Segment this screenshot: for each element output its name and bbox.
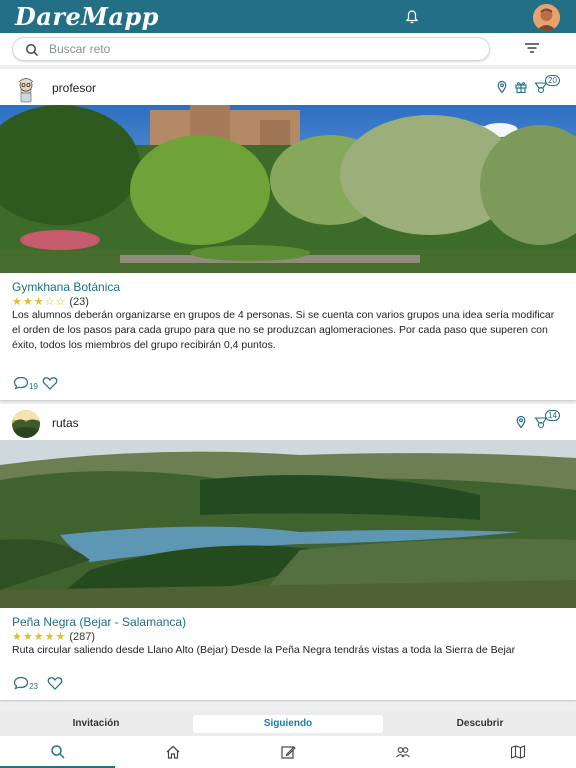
challenge-title[interactable]: Gymkhana Botánica: [12, 280, 120, 294]
card-header: profesor 20: [0, 69, 576, 105]
rating-count: (23): [69, 296, 89, 308]
user-avatar[interactable]: [12, 410, 40, 438]
nav-home[interactable]: [115, 736, 230, 768]
edit-icon: [281, 746, 296, 759]
gift-icon[interactable]: [514, 80, 528, 94]
star-rating: ★★★★★: [12, 631, 67, 643]
like-heart-icon[interactable]: [42, 376, 58, 390]
search-icon: [51, 745, 65, 759]
challenge-title[interactable]: Peña Negra (Bejar - Salamanca): [12, 615, 186, 629]
search-icon: [26, 44, 39, 57]
feed-tabs: Invitación Siguiendo Descubrir: [0, 710, 576, 736]
notifications-bell-icon[interactable]: [404, 9, 420, 25]
map-icon: [510, 745, 526, 759]
user-name[interactable]: profesor: [52, 81, 96, 95]
star-rating: ★★★☆☆: [12, 296, 67, 308]
user-name[interactable]: rutas: [52, 416, 79, 430]
search-box[interactable]: [12, 37, 490, 61]
medal-count-badge: 14: [545, 410, 560, 421]
challenge-card[interactable]: rutas 14 Peña Negra (Bejar - Salamanca) …: [0, 404, 576, 700]
profile-avatar[interactable]: [533, 4, 560, 31]
user-avatar[interactable]: [12, 75, 40, 103]
bottom-navigation: [0, 736, 576, 768]
app-logo: DareMapp: [15, 2, 159, 31]
tab-descubrir[interactable]: Descubrir: [384, 715, 576, 733]
challenge-photo[interactable]: [0, 105, 576, 273]
nav-map[interactable]: [460, 736, 575, 768]
challenge-photo[interactable]: [0, 440, 576, 608]
nav-create[interactable]: [230, 736, 345, 768]
challenge-description: Los alumnos deberán organizarse en grupo…: [12, 309, 555, 351]
like-heart-icon[interactable]: [47, 676, 63, 690]
comment-icon[interactable]: [13, 376, 29, 390]
search-input[interactable]: [49, 41, 469, 57]
location-pin-icon[interactable]: [514, 415, 528, 429]
comment-count: 19: [29, 382, 38, 391]
rating: ★★★★★ (287): [12, 630, 95, 643]
rating: ★★★☆☆ (23): [12, 295, 89, 308]
comment-count: 23: [29, 682, 38, 691]
challenge-description: Ruta circular saliendo desde Llano Alto …: [12, 644, 516, 656]
home-icon: [166, 745, 180, 759]
tab-invitacion[interactable]: Invitación: [0, 715, 192, 733]
medal-count-badge: 20: [545, 75, 560, 86]
people-icon: [396, 747, 410, 758]
card-header: rutas 14: [0, 404, 576, 440]
challenge-card[interactable]: profesor 20 Gymkhana Botánica ★★★☆☆ (23)…: [0, 69, 576, 400]
filter-icon[interactable]: [524, 41, 540, 55]
search-bar-container: [0, 33, 576, 65]
tab-siguiendo[interactable]: Siguiendo: [193, 715, 383, 733]
rating-count: (287): [69, 631, 96, 643]
nav-search[interactable]: [0, 736, 115, 768]
nav-community[interactable]: [345, 736, 460, 768]
comment-icon[interactable]: [13, 676, 29, 690]
app-header: DareMapp: [0, 0, 576, 33]
location-pin-icon[interactable]: [495, 80, 509, 94]
